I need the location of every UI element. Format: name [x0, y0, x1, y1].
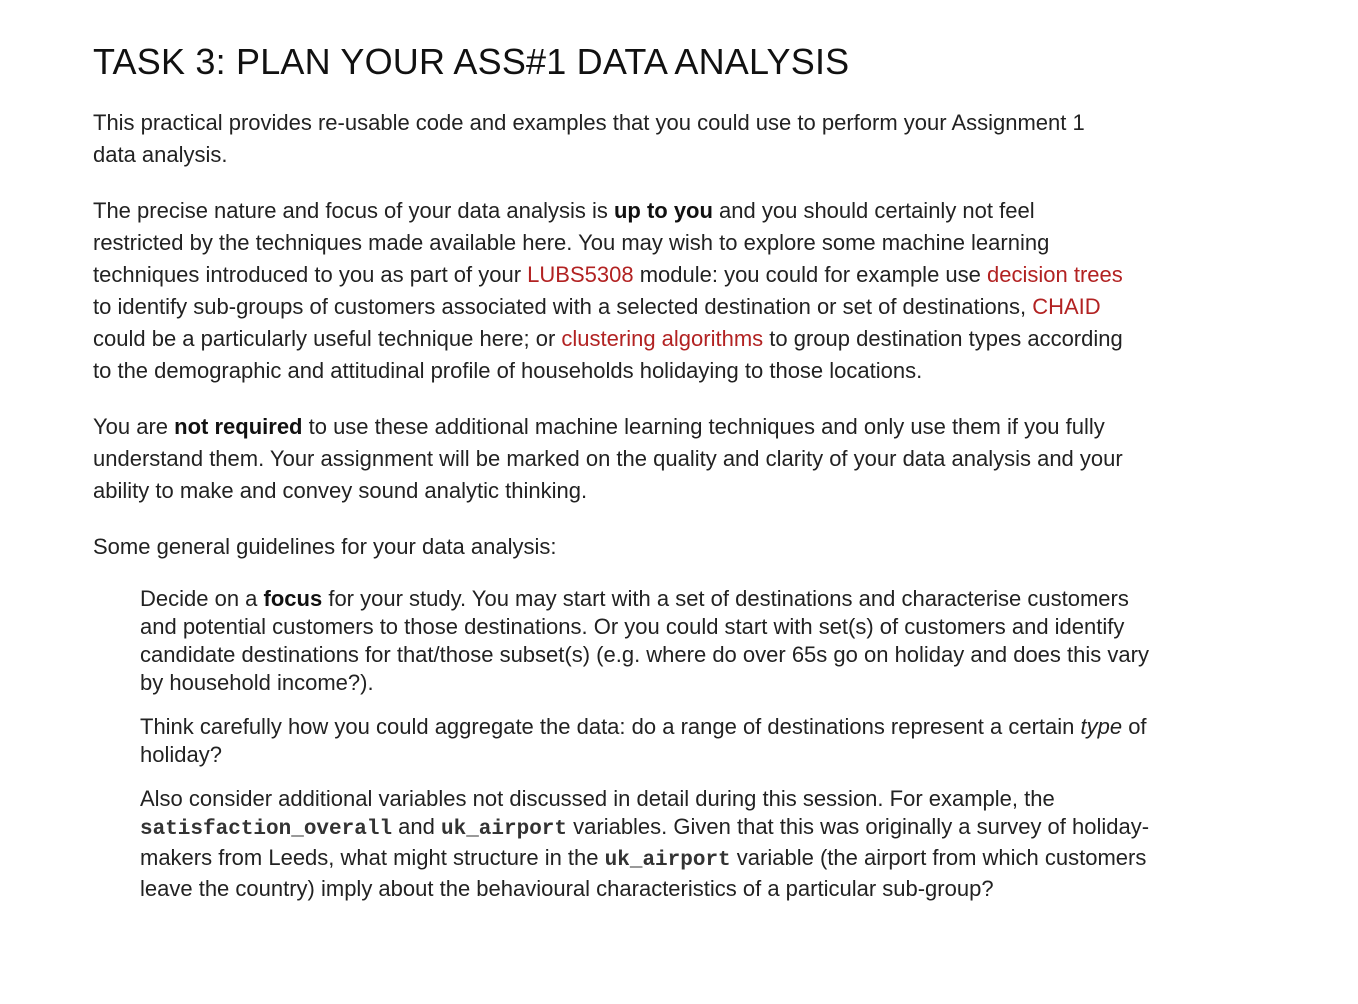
guideline-2-text-1: Think carefully how you could aggregate …: [140, 714, 1081, 740]
guideline-3-text-2: and: [392, 814, 441, 840]
intro-paragraph: This practical provides re-usable code a…: [93, 107, 1123, 171]
guidelines-list: Decide on a focus for your study. You ma…: [93, 585, 1170, 903]
guideline-item-focus: Decide on a focus for your study. You ma…: [140, 585, 1170, 697]
satisfaction-overall-code: satisfaction_overall: [140, 818, 393, 842]
focus-text-4: to identify sub-groups of customers asso…: [93, 294, 1033, 320]
focus-paragraph: The precise nature and focus of your dat…: [93, 195, 1123, 387]
guidelines-intro: Some general guidelines for your data an…: [93, 531, 1123, 563]
guidelines-intro-text: Some general guidelines for your data an…: [93, 534, 557, 560]
focus-emphasis: focus: [263, 586, 323, 612]
type-emphasis: type: [1080, 714, 1123, 740]
up-to-you-emphasis: up to you: [613, 198, 713, 224]
lubs5308-link[interactable]: LUBS5308: [527, 262, 633, 287]
page-title: TASK 3: PLAN YOUR ASS#1 DATA ANALYSIS: [93, 41, 850, 82]
guideline-item-variables: Also consider additional variables not d…: [140, 785, 1170, 903]
chaid-link[interactable]: CHAID: [1032, 294, 1100, 319]
focus-text-5: could be a particularly useful technique…: [93, 326, 562, 352]
focus-text-3: module: you could for example use: [633, 262, 987, 288]
intro-text: This practical provides re-usable code a…: [93, 110, 1085, 168]
not-required-text-1: You are: [93, 414, 175, 440]
uk-airport-code: uk_airport: [440, 818, 568, 842]
decision-trees-link[interactable]: decision trees: [987, 262, 1123, 287]
focus-text-1: The precise nature and focus of your dat…: [93, 198, 614, 224]
guideline-1-text-1: Decide on a: [140, 586, 264, 612]
guideline-3-text-1: Also consider additional variables not d…: [140, 786, 1055, 812]
clustering-algorithms-link[interactable]: clustering algorithms: [561, 326, 763, 351]
document-page: TASK 3: PLAN YOUR ASS#1 DATA ANALYSIS Th…: [0, 0, 1149, 903]
guideline-item-aggregate: Think carefully how you could aggregate …: [140, 713, 1170, 769]
not-required-paragraph: You are not required to use these additi…: [93, 411, 1123, 507]
uk-airport-code-2: uk_airport: [604, 849, 731, 873]
not-required-emphasis: not required: [174, 414, 303, 440]
